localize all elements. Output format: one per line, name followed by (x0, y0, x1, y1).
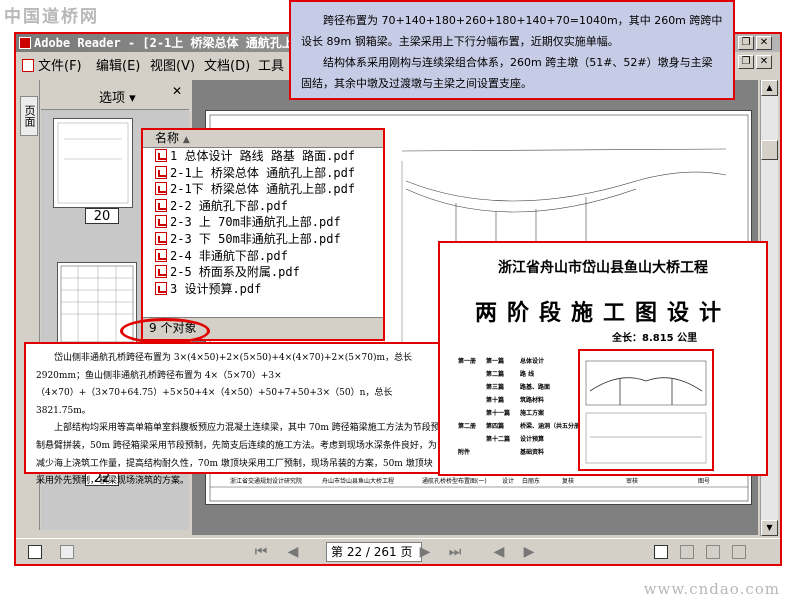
back-view-icon[interactable]: ◀ (492, 545, 506, 559)
previous-page-icon[interactable]: ◀ (286, 545, 300, 559)
title-block-reviewer: 审核 (626, 477, 638, 485)
file-item[interactable]: 2-2 通航孔下部.pdf (143, 198, 383, 215)
continuous-icon[interactable] (680, 545, 694, 559)
page-number-field[interactable]: 第 22 / 261 页 (326, 542, 422, 562)
file-list-header[interactable]: 名称 ▲ (143, 130, 383, 148)
span-layout-text: 跨径布置为 70+140+180+260+180+140+70=1040m，其中… (301, 14, 723, 48)
file-item[interactable]: 2-1下 桥梁总体 通航孔上部.pdf (143, 181, 383, 198)
file-item[interactable]: 2-3 下 50m非通航孔上部.pdf (143, 231, 383, 248)
watermark-bottom: www.cndao.com (643, 580, 780, 598)
title-block-designer-name: 白丽东 (522, 477, 540, 485)
toc-cell: 第十一篇 (486, 410, 511, 417)
pdf-file-icon (155, 265, 167, 279)
menu-file[interactable]: 文件(F) (22, 55, 82, 74)
pdf-file-icon (155, 198, 167, 212)
navigation-bar: ⏮ ◀ 第 22 / 261 页 ▶ ⏭ ◀ ▶ (16, 538, 780, 564)
file-item[interactable]: 2-4 非通航下部.pdf (143, 248, 383, 265)
file-item[interactable]: 2-5 桥面系及附属.pdf (143, 264, 383, 281)
pages-panel-icon[interactable] (28, 545, 42, 559)
menu-document[interactable]: 文档(D) (204, 55, 250, 74)
title-block-designer: 设计 (502, 477, 514, 485)
toc-cell: 第三篇 (486, 384, 505, 391)
project-title: 浙江省舟山市岱山县鱼山大桥工程 (498, 260, 708, 276)
scroll-up-arrow[interactable]: ▲ (761, 80, 778, 96)
design-stage-title: 两阶段施工图设计 (474, 300, 731, 326)
thumbnail-drawing (57, 122, 129, 204)
title-block-drawing-no: 图号 (698, 478, 710, 485)
thumbnail-header: 选项 ▾ ✕ (41, 80, 189, 110)
structure-system-text: 结构体系采用刚构与连续梁组合体系，260m 跨主墩（51#、52#）墩身与主梁固… (301, 56, 713, 90)
first-page-icon[interactable]: ⏮ (254, 545, 268, 559)
pdf-file-icon (155, 231, 167, 245)
bridge-drawing (585, 360, 707, 464)
last-page-icon[interactable]: ⏭ (448, 545, 462, 559)
page-layout-icon[interactable] (60, 545, 74, 559)
pdf-file-icon (155, 165, 167, 179)
close-button[interactable]: ✕ (756, 36, 772, 50)
toc-cell: 第一册 (458, 358, 477, 365)
forward-view-icon[interactable]: ▶ (522, 545, 536, 559)
adobe-reader-icon (19, 37, 31, 49)
cover-page-annotation: 浙江省舟山市岱山县鱼山大桥工程 两阶段施工图设计 全长：8.815 公里 第一册… (438, 241, 768, 476)
toc-cell: 第十二篇 (486, 436, 511, 443)
pdf-file-icon (155, 182, 167, 196)
title-block-checker: 复核 (562, 477, 574, 485)
menu-tools[interactable]: 工具 (258, 55, 284, 74)
pdf-file-icon (155, 281, 167, 295)
annotation-non-navigable-spans: 岱山侧非通航孔桥跨径布置为 3×(4×50)+2×(5×50)+4×(4×70)… (24, 342, 452, 486)
pdf-file-icon (155, 149, 167, 162)
single-page-icon[interactable] (654, 545, 668, 559)
doc-close-button[interactable]: ✕ (756, 55, 772, 69)
scroll-thumb[interactable] (761, 140, 778, 160)
superstructure-text: 上部结构均采用等高单箱单室斜腹板预应力混凝土连续梁，其中 70m 跨径箱梁施工方… (36, 423, 440, 487)
span-arrangement-text: 岱山侧非通航孔桥跨径布置为 3×(4×50)+2×(5×50)+4×(4×70)… (36, 353, 413, 416)
close-icon[interactable]: ✕ (172, 84, 182, 98)
highlight-ellipse (120, 318, 210, 344)
total-length: 全长：8.815 公里 (612, 333, 698, 344)
facing-icon[interactable] (706, 545, 720, 559)
bridge-rendering-box (578, 349, 714, 471)
toc-cell: 附件 (458, 449, 471, 456)
toc-cell: 第二篇 (486, 371, 505, 378)
watermark-top: 中国道桥网 (4, 7, 99, 27)
file-item[interactable]: 1 总体设计 路线 路基 路面.pdf (143, 148, 383, 165)
restore-button[interactable]: ❐ (738, 36, 754, 50)
toc-cell: 第二册 (458, 423, 477, 430)
menu-edit[interactable]: 编辑(E) (96, 55, 140, 74)
menu-view[interactable]: 视图(V) (150, 55, 195, 74)
file-item[interactable]: 2-3 上 70m非通航孔上部.pdf (143, 214, 383, 231)
doc-restore-button[interactable]: ❐ (738, 55, 754, 69)
toc-cell: 第四篇 (486, 423, 505, 430)
caret-down-icon: ▾ (129, 91, 136, 106)
options-menu[interactable]: 选项 ▾ (99, 87, 136, 106)
annotation-span-layout: 跨径布置为 70+140+180+260+180+140+70=1040m，其中… (289, 0, 735, 100)
thumbnail-page-20[interactable] (53, 118, 133, 208)
next-page-icon[interactable]: ▶ (418, 545, 432, 559)
tab-pages[interactable]: 页面 (20, 96, 38, 136)
continuous-facing-icon[interactable] (732, 545, 746, 559)
toc-cell: 第十篇 (486, 397, 505, 404)
file-item[interactable]: 3 设计预算.pdf (143, 281, 383, 298)
pdf-file-icon (155, 215, 167, 229)
file-item[interactable]: 2-1上 桥梁总体 通航孔上部.pdf (143, 165, 383, 182)
scroll-down-arrow[interactable]: ▼ (761, 520, 778, 536)
pdf-file-icon (155, 248, 167, 262)
pdf-icon (22, 59, 34, 72)
sort-up-icon: ▲ (182, 135, 190, 145)
thumbnail-label: 20 (85, 208, 119, 224)
file-list-panel: 名称 ▲ 1 总体设计 路线 路基 路面.pdf 2-1上 桥梁总体 通航孔上部… (141, 128, 385, 341)
toc-cell: 第一篇 (486, 358, 505, 365)
